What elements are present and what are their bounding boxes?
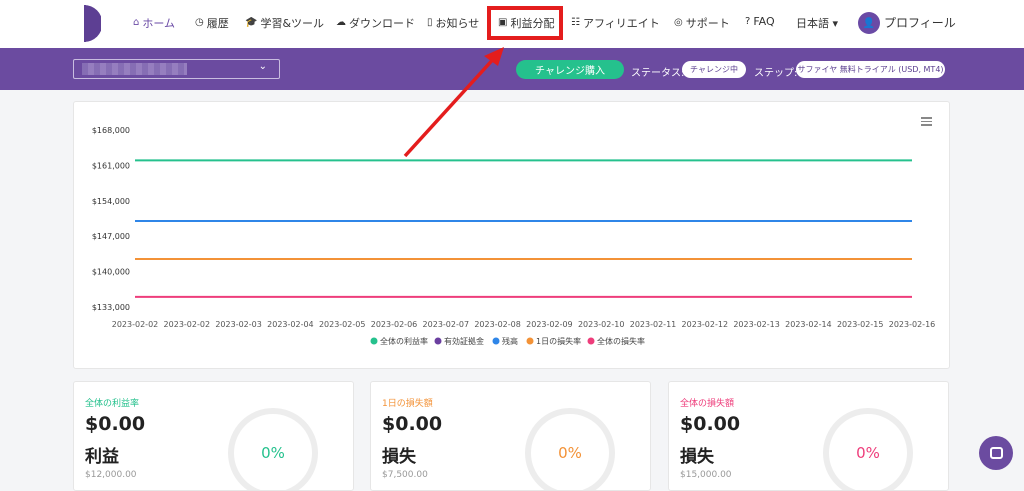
- nav-item-label: FAQ: [753, 15, 775, 28]
- nav-item-label: 学習&ツール: [260, 17, 325, 30]
- headset-icon: ◎: [674, 17, 683, 28]
- nav-item-support[interactable]: ◎ サポート: [674, 15, 730, 31]
- stat-label: 利益: [85, 447, 119, 467]
- progress-percent: 0%: [856, 444, 880, 462]
- chat-launcher-button[interactable]: [979, 436, 1013, 470]
- status-label: ステータス:: [631, 68, 685, 79]
- language-selector[interactable]: 日本語 ▾: [796, 15, 838, 31]
- avatar[interactable]: 👤: [858, 12, 880, 34]
- chevron-down-icon: ⌄: [258, 61, 267, 72]
- nav-item-news[interactable]: ▯ お知らせ: [427, 15, 479, 31]
- stat-target: $15,000.00: [680, 470, 732, 480]
- clock-icon: ◷: [195, 17, 204, 28]
- nav-item-label: 履歴: [206, 17, 229, 30]
- stat-card-daily-loss: 1日の損失額 $0.00 損失 $7,500.00 0%: [370, 381, 651, 491]
- stat-title: 1日の損失額: [382, 399, 433, 409]
- cloud-download-icon: ☁: [336, 17, 346, 28]
- users-icon: ☷: [571, 17, 580, 28]
- stat-amount: $0.00: [382, 413, 443, 435]
- language-label: 日本語: [796, 17, 829, 30]
- nav-item-label: ダウンロード: [349, 17, 415, 30]
- chevron-down-icon: ▾: [832, 17, 839, 30]
- progress-percent: 0%: [261, 444, 285, 462]
- nav-item-faq[interactable]: ? FAQ: [745, 15, 775, 28]
- nav-item-affiliate[interactable]: ☷ アフィリエイト: [571, 15, 660, 31]
- chart-card: [73, 101, 950, 369]
- question-icon: ?: [745, 15, 751, 27]
- top-navbar: ⌂ ホーム ◷ 履歴 🎓 学習&ツール ☁ ダウンロード ▯ お知らせ ▣ 利益…: [0, 0, 1024, 48]
- nav-item-label: お知らせ: [435, 17, 480, 30]
- stat-label: 損失: [680, 447, 714, 467]
- nav-item-home[interactable]: ⌂ ホーム: [133, 15, 175, 31]
- status-badge: チャレンジ中: [682, 61, 746, 78]
- account-name-redacted: [82, 63, 187, 75]
- graduation-cap-icon: 🎓: [245, 17, 258, 28]
- step-badge: サファイヤ 無料トライアル (USD, MT4): [796, 61, 945, 78]
- nav-item-learning-tools[interactable]: 🎓 学習&ツール: [245, 15, 324, 31]
- stat-card-overall-loss: 全体の損失額 $0.00 損失 $15,000.00 0%: [668, 381, 949, 491]
- profile-link[interactable]: プロフィール: [884, 14, 956, 31]
- nav-item-history[interactable]: ◷ 履歴: [195, 15, 229, 31]
- home-icon: ⌂: [133, 17, 140, 28]
- stat-target: $12,000.00: [85, 470, 137, 480]
- account-select[interactable]: ⌄: [73, 59, 280, 79]
- nav-item-label: ホーム: [142, 17, 176, 30]
- nav-item-download[interactable]: ☁ ダウンロード: [336, 15, 415, 31]
- document-icon: ▯: [427, 17, 433, 28]
- stat-title: 全体の利益率: [85, 399, 140, 409]
- step-label: ステップ:: [754, 68, 798, 79]
- chat-icon: [989, 447, 1003, 459]
- progress-percent: 0%: [558, 444, 582, 462]
- user-icon: 👤: [862, 17, 876, 29]
- purchase-challenge-button[interactable]: チャレンジ購入: [516, 60, 624, 79]
- nav-item-label: アフィリエイト: [582, 17, 660, 30]
- brand-logo[interactable]: [84, 5, 101, 42]
- stat-title: 全体の損失額: [680, 399, 735, 409]
- stat-amount: $0.00: [680, 413, 741, 435]
- stat-amount: $0.00: [85, 413, 146, 435]
- nav-item-label: サポート: [685, 17, 730, 30]
- highlight-annotation-box: [487, 6, 563, 40]
- stat-target: $7,500.00: [382, 470, 428, 480]
- chart-menu-icon[interactable]: [921, 117, 932, 126]
- stat-card-overall-profit: 全体の利益率 $0.00 利益 $12,000.00 0%: [73, 381, 354, 491]
- stat-label: 損失: [382, 447, 416, 467]
